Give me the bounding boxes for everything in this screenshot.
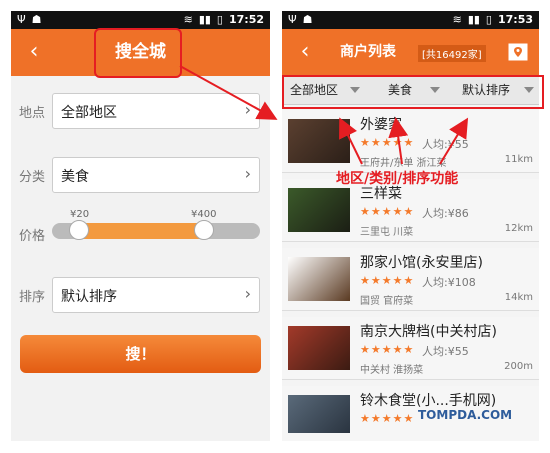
arrow-to-sort-filter: [439, 117, 469, 165]
arrow-title-to-list: [179, 65, 278, 120]
arrow-to-area-filter: [339, 117, 363, 165]
watermark: TOMPDA.COM: [418, 408, 513, 422]
arrow-to-category-filter: [388, 117, 409, 165]
annotation-arrows: [179, 65, 469, 165]
annotation-label: 地区/类别/排序功能: [336, 171, 459, 187]
